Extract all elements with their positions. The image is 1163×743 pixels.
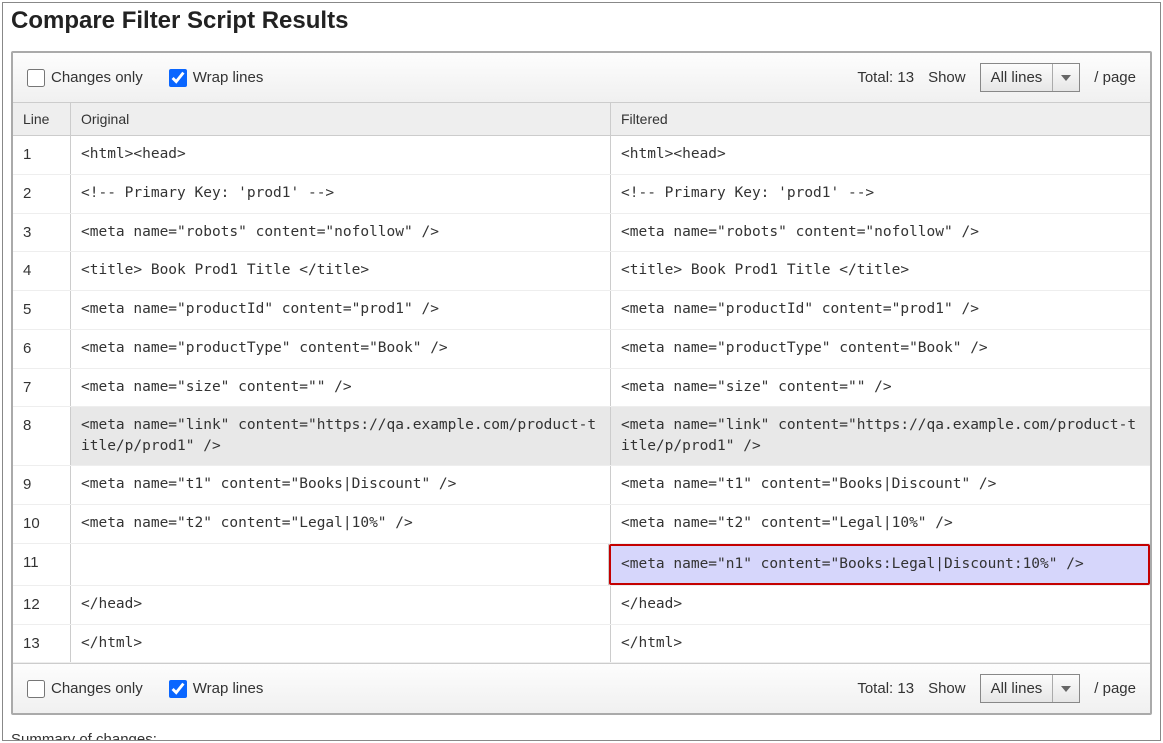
filtered-cell: <meta name="productType" content="Book" … — [611, 330, 1150, 368]
line-number: 3 — [13, 214, 71, 252]
show-label: Show — [928, 69, 966, 86]
line-number: 6 — [13, 330, 71, 368]
filtered-cell: <html><head> — [611, 136, 1150, 174]
show-lines-select-bottom[interactable]: All lines — [980, 674, 1081, 703]
filtered-cell-added: <meta name="n1" content="Books:Legal|Dis… — [609, 544, 1150, 585]
table-row: 13</html></html> — [13, 625, 1150, 664]
show-label-bottom: Show — [928, 680, 966, 697]
compare-grid-header: Line Original Filtered — [13, 103, 1150, 136]
table-row: 1<html><head><html><head> — [13, 136, 1150, 175]
filtered-cell: <meta name="robots" content="nofollow" /… — [611, 214, 1150, 252]
filtered-cell: <meta name="t2" content="Legal|10%" /> — [611, 505, 1150, 543]
table-row: 3<meta name="robots" content="nofollow" … — [13, 214, 1150, 253]
original-cell: </head> — [71, 586, 611, 624]
line-number: 7 — [13, 369, 71, 407]
filtered-cell: </html> — [611, 625, 1150, 663]
original-cell: </html> — [71, 625, 611, 663]
show-lines-value: All lines — [981, 64, 1054, 91]
table-row: 7<meta name="size" content="" /><meta na… — [13, 369, 1150, 408]
original-cell: <title> Book Prod1 Title </title> — [71, 252, 611, 290]
changes-only-checkbox[interactable] — [27, 69, 45, 87]
wrap-lines-label: Wrap lines — [193, 69, 264, 86]
wrap-lines-checkbox-wrap[interactable]: Wrap lines — [169, 69, 264, 87]
original-cell: <meta name="robots" content="nofollow" /… — [71, 214, 611, 252]
line-number: 11 — [13, 544, 71, 585]
filtered-cell: <!-- Primary Key: 'prod1' --> — [611, 175, 1150, 213]
chevron-down-icon — [1053, 675, 1079, 702]
wrap-lines-checkbox-bottom[interactable] — [169, 680, 187, 698]
line-number: 1 — [13, 136, 71, 174]
summary-of-changes: Summary of changes: 1. add 1 line at lin… — [11, 731, 1152, 741]
line-number: 4 — [13, 252, 71, 290]
line-number: 5 — [13, 291, 71, 329]
show-lines-value-bottom: All lines — [981, 675, 1054, 702]
original-cell: <meta name="t1" content="Books|Discount"… — [71, 466, 611, 504]
original-cell — [71, 544, 609, 585]
changes-only-checkbox-wrap[interactable]: Changes only — [27, 69, 143, 87]
wrap-lines-checkbox-bottom-wrap[interactable]: Wrap lines — [169, 680, 264, 698]
chevron-down-icon — [1053, 64, 1079, 91]
original-cell: <meta name="productType" content="Book" … — [71, 330, 611, 368]
original-cell: <meta name="link" content="https://qa.ex… — [71, 407, 611, 465]
filtered-cell: <meta name="t1" content="Books|Discount"… — [611, 466, 1150, 504]
changes-only-label: Changes only — [51, 69, 143, 86]
summary-heading: Summary of changes: — [11, 731, 1152, 741]
column-header-line: Line — [13, 103, 71, 135]
show-lines-select[interactable]: All lines — [980, 63, 1081, 92]
table-row: 10<meta name="t2" content="Legal|10%" />… — [13, 505, 1150, 544]
total-label-bottom: Total: 13 — [857, 680, 914, 697]
changes-only-checkbox-bottom-wrap[interactable]: Changes only — [27, 680, 143, 698]
line-number: 13 — [13, 625, 71, 663]
per-page-label-bottom: / page — [1094, 680, 1136, 697]
changes-only-label-bottom: Changes only — [51, 680, 143, 697]
filtered-cell: </head> — [611, 586, 1150, 624]
table-row: 12</head></head> — [13, 586, 1150, 625]
wrap-lines-label-bottom: Wrap lines — [193, 680, 264, 697]
compare-box: Changes only Wrap lines Total: 13 Show A… — [11, 51, 1152, 715]
table-row: 8<meta name="link" content="https://qa.e… — [13, 407, 1150, 466]
original-cell: <meta name="t2" content="Legal|10%" /> — [71, 505, 611, 543]
filtered-cell: <meta name="link" content="https://qa.ex… — [611, 407, 1150, 465]
line-number: 10 — [13, 505, 71, 543]
filtered-cell: <meta name="productId" content="prod1" /… — [611, 291, 1150, 329]
column-header-original: Original — [71, 103, 611, 135]
compare-toolbar-bottom: Changes only Wrap lines Total: 13 Show A… — [13, 663, 1150, 713]
original-cell: <meta name="size" content="" /> — [71, 369, 611, 407]
table-row: 6<meta name="productType" content="Book"… — [13, 330, 1150, 369]
original-cell: <meta name="productId" content="prod1" /… — [71, 291, 611, 329]
total-label: Total: 13 — [857, 69, 914, 86]
original-cell: <!-- Primary Key: 'prod1' --> — [71, 175, 611, 213]
wrap-lines-checkbox[interactable] — [169, 69, 187, 87]
line-number: 12 — [13, 586, 71, 624]
line-number: 9 — [13, 466, 71, 504]
line-number: 8 — [13, 407, 71, 465]
table-row: 11 <meta name="n1" content="Books:Legal|D… — [13, 544, 1150, 586]
dialog-title: Compare Filter Script Results — [11, 7, 1152, 35]
compare-filter-dialog: Compare Filter Script Results Changes on… — [2, 2, 1161, 741]
line-number: 2 — [13, 175, 71, 213]
table-row: 5<meta name="productId" content="prod1" … — [13, 291, 1150, 330]
changes-only-checkbox-bottom[interactable] — [27, 680, 45, 698]
column-header-filtered: Filtered — [611, 103, 1150, 135]
filtered-cell: <meta name="size" content="" /> — [611, 369, 1150, 407]
compare-toolbar-top: Changes only Wrap lines Total: 13 Show A… — [13, 53, 1150, 103]
compare-rows: 1<html><head><html><head>2<!-- Primary K… — [13, 136, 1150, 663]
table-row: 9<meta name="t1" content="Books|Discount… — [13, 466, 1150, 505]
table-row: 2<!-- Primary Key: 'prod1' --><!-- Prima… — [13, 175, 1150, 214]
original-cell: <html><head> — [71, 136, 611, 174]
per-page-label: / page — [1094, 69, 1136, 86]
filtered-cell: <title> Book Prod1 Title </title> — [611, 252, 1150, 290]
table-row: 4<title> Book Prod1 Title </title><title… — [13, 252, 1150, 291]
